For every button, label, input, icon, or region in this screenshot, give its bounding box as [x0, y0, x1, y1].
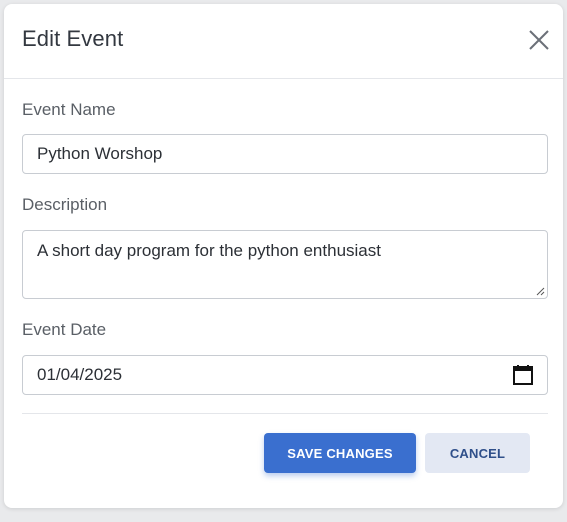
description-value: A short day program for the python enthu… [37, 241, 381, 260]
cancel-button[interactable]: CANCEL [425, 433, 530, 473]
description-label: Description [22, 195, 108, 214]
edit-event-dialog: Edit Event Event Name Python Worshop Des… [4, 4, 563, 508]
event-name-value: Python Worshop [37, 144, 163, 163]
event-date-label: Event Date [22, 320, 107, 339]
footer-divider [22, 413, 548, 414]
calendar-icon[interactable] [513, 365, 533, 385]
dialog-header: Edit Event [4, 4, 563, 79]
description-textarea[interactable]: A short day program for the python enthu… [22, 230, 548, 299]
event-name-label: Event Name [22, 100, 116, 119]
close-icon[interactable] [527, 28, 551, 52]
save-changes-button[interactable]: SAVE CHANGES [264, 433, 416, 473]
event-name-input[interactable]: Python Worshop [22, 134, 548, 174]
event-date-value: 01/04/2025 [37, 365, 123, 384]
resize-grip-icon[interactable] [535, 286, 545, 296]
event-date-input[interactable]: 01/04/2025 [22, 355, 548, 395]
dialog-title: Edit Event [22, 26, 124, 51]
